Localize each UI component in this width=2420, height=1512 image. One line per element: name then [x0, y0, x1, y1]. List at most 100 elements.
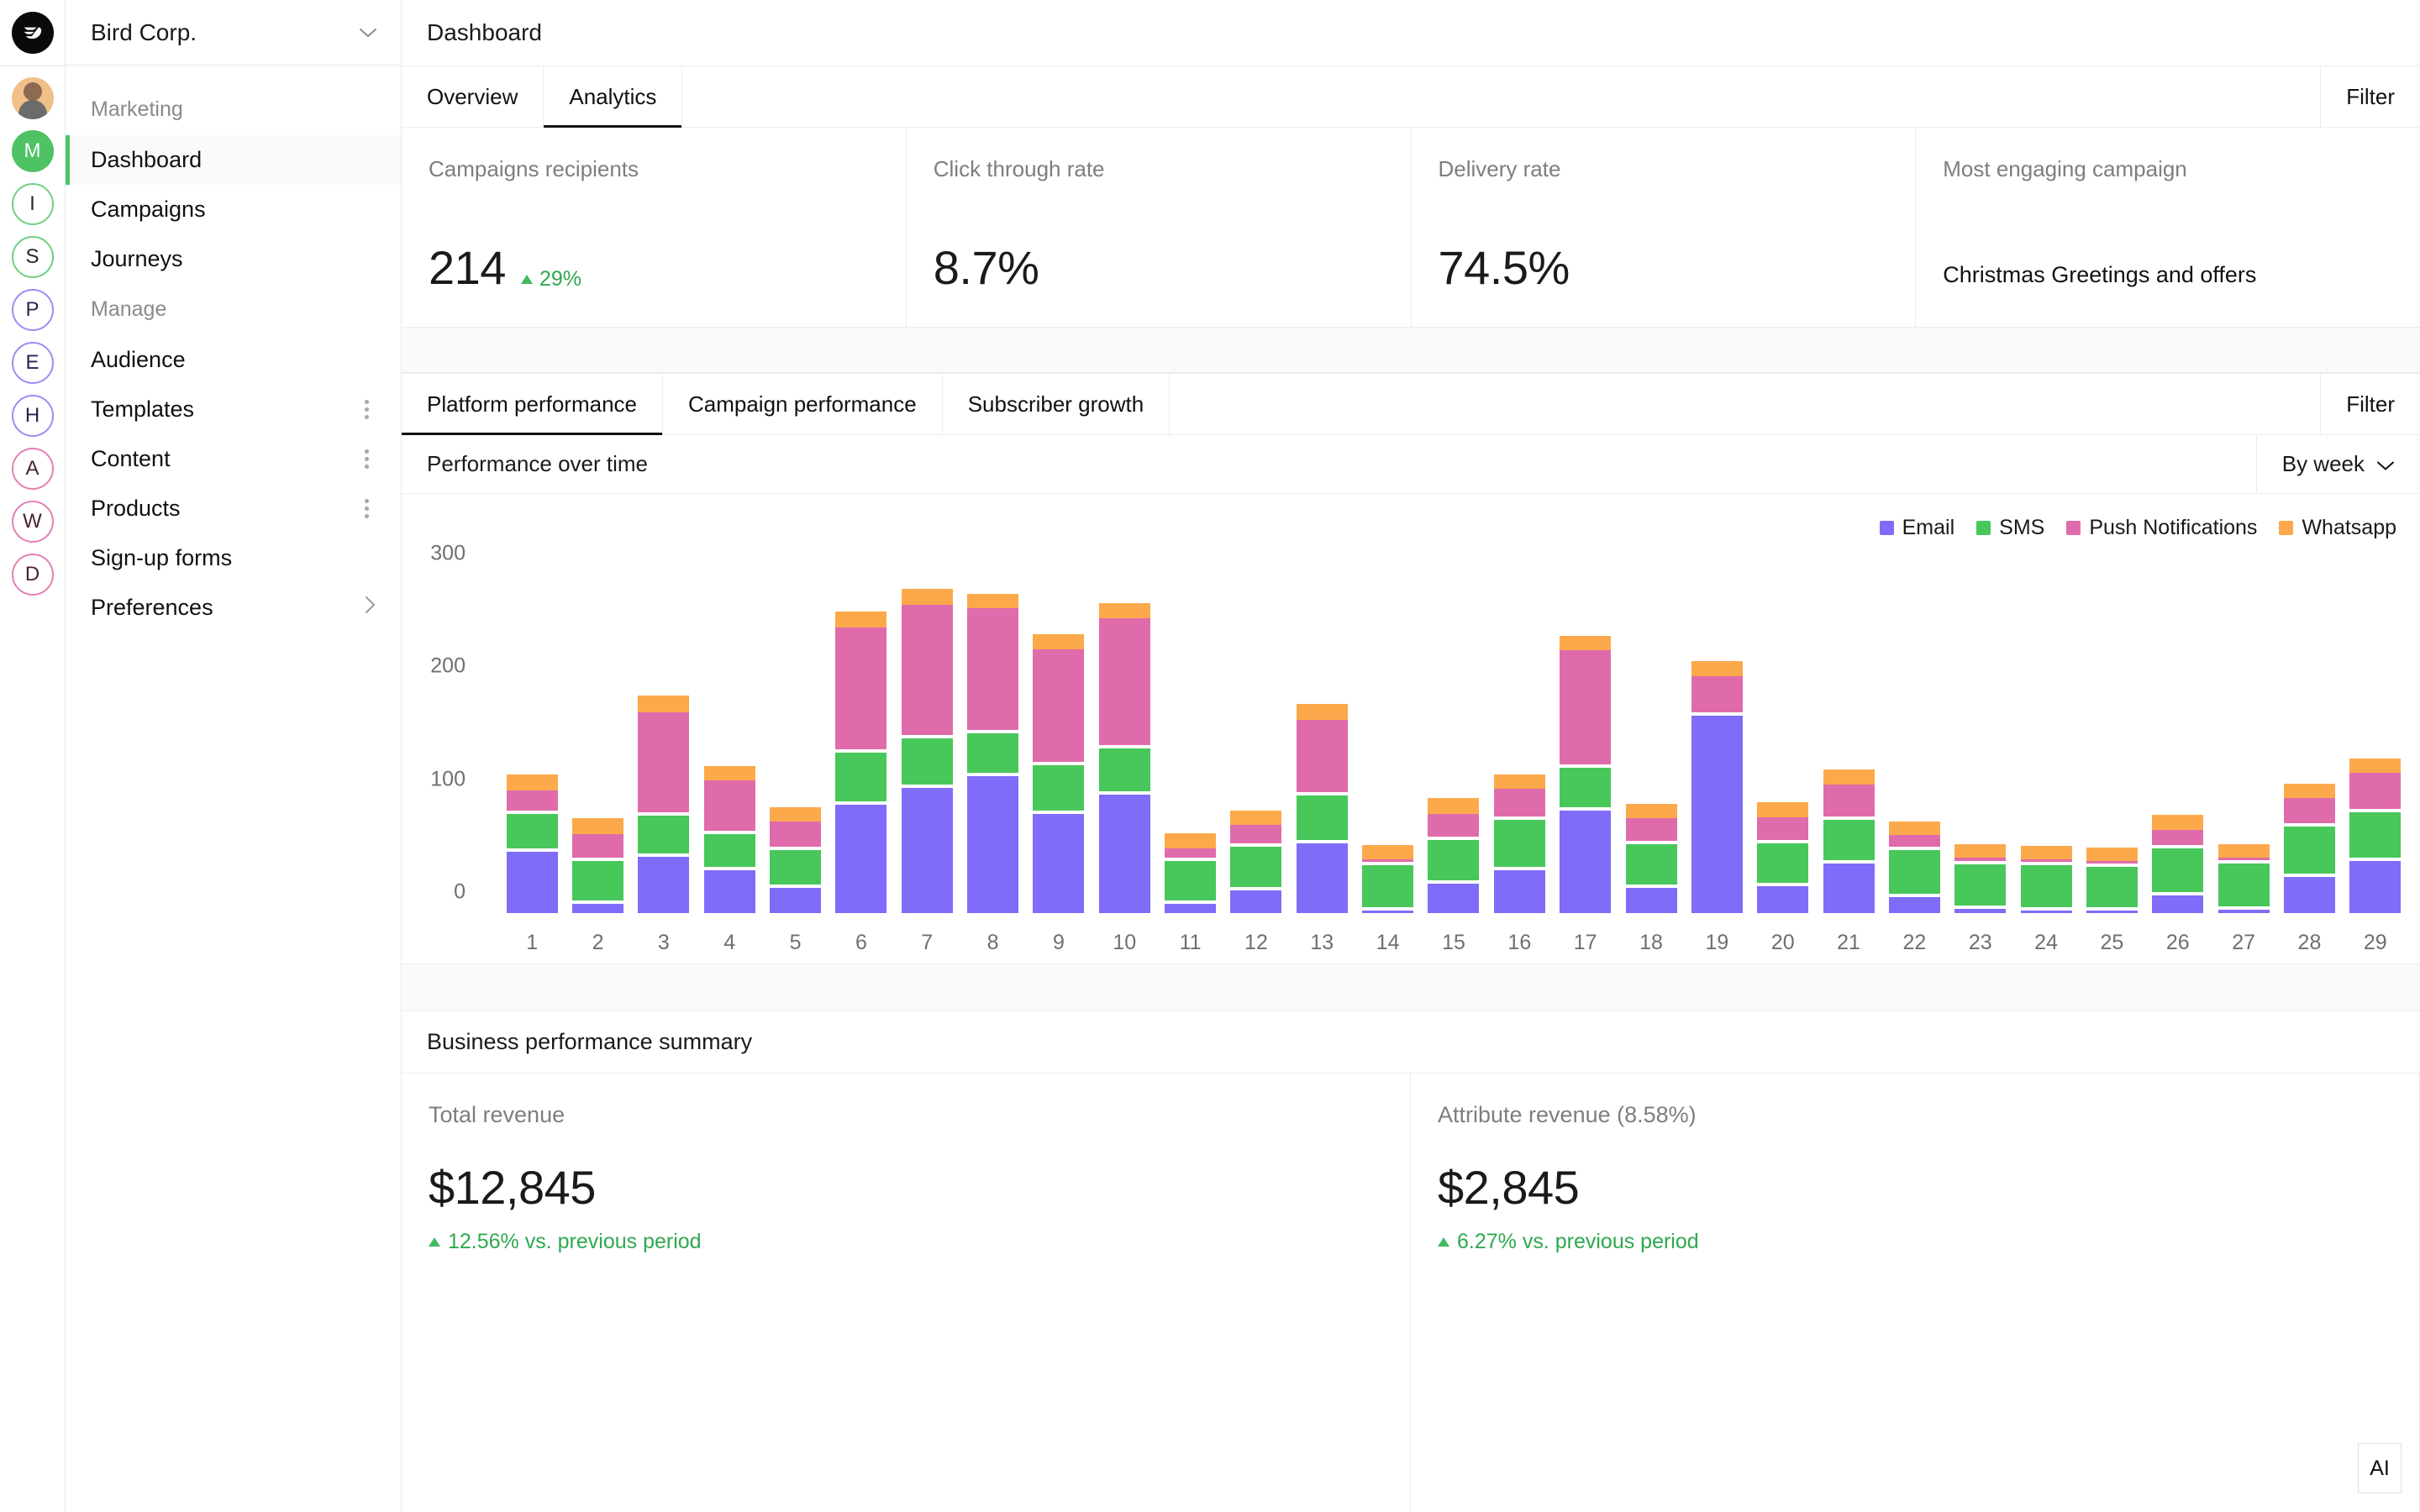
bar-segment-sms	[572, 861, 624, 901]
rail-item-i[interactable]: I	[11, 183, 54, 225]
bar-column[interactable]	[2013, 549, 2079, 916]
filter-button-top[interactable]: Filter	[2321, 66, 2420, 127]
bar-segment-push-notifications	[1954, 858, 2007, 862]
rail-item-h[interactable]: H	[11, 395, 54, 437]
tab-analytics[interactable]: Analytics	[544, 66, 683, 128]
tab-overview[interactable]: Overview	[402, 66, 544, 127]
bar-segment-email	[506, 852, 558, 913]
bar-segment-whatsapp	[1230, 810, 1282, 826]
sidebar-item-campaigns[interactable]: Campaigns	[66, 185, 401, 234]
tab-platform-performance[interactable]: Platform performance	[402, 374, 663, 435]
rail-item-d[interactable]: D	[11, 554, 54, 596]
bar-segment-email	[2086, 911, 2138, 913]
x-axis-tick: 24	[2034, 931, 2058, 954]
tab-campaign-performance[interactable]: Campaign performance	[663, 374, 943, 434]
sidebar-item-journeys[interactable]: Journeys	[66, 234, 401, 284]
bar-column[interactable]	[2276, 549, 2342, 916]
revenue-delta-text: 12.56% vs. previous period	[448, 1230, 702, 1253]
bar-segment-email	[1428, 884, 1480, 913]
bar-column[interactable]	[1948, 549, 2013, 916]
revenue-delta: 12.56% vs. previous period	[429, 1230, 1383, 1254]
legend-item-whatsapp[interactable]: Whatsapp	[2279, 516, 2396, 540]
rail-item-a[interactable]: A	[11, 448, 54, 490]
trend-up-icon	[429, 1237, 440, 1247]
bar-column[interactable]	[1816, 549, 1881, 916]
ai-button[interactable]: AI	[2358, 1443, 2402, 1494]
chevron-right-icon[interactable]	[364, 596, 376, 620]
bar-column[interactable]	[1026, 549, 1092, 916]
bar-stack	[2086, 549, 2138, 916]
bar-column[interactable]	[565, 549, 630, 916]
sidebar-item-preferences[interactable]: Preferences	[66, 583, 401, 633]
kpi-value-text: Christmas Greetings and offers	[1943, 262, 2257, 287]
bar-column[interactable]	[1618, 549, 1684, 916]
bar-segment-whatsapp	[770, 806, 822, 822]
bar-column[interactable]	[1092, 549, 1157, 916]
bar-column[interactable]	[2343, 549, 2408, 916]
sidebar-item-label: Content	[91, 446, 171, 471]
bar-column[interactable]	[1553, 549, 1618, 916]
bar-segment-push-notifications	[967, 608, 1019, 731]
sidebar-item-dashboard[interactable]: Dashboard	[66, 135, 401, 185]
bar-column[interactable]	[631, 549, 697, 916]
sidebar-item-sign-up-forms[interactable]: Sign-up forms	[66, 533, 401, 583]
bar-column[interactable]	[697, 549, 762, 916]
filter-button-chart[interactable]: Filter	[2321, 374, 2420, 434]
bar-segment-push-notifications	[638, 711, 690, 813]
more-options-icon[interactable]	[358, 496, 376, 522]
legend-item-email[interactable]: Email	[1879, 516, 1954, 540]
bar-column[interactable]	[1157, 549, 1223, 916]
bar-column[interactable]	[1289, 549, 1355, 916]
bar-column[interactable]	[1684, 549, 1749, 916]
tab-subscriber-growth[interactable]: Subscriber growth	[943, 374, 1171, 434]
bird-logo-icon[interactable]	[11, 12, 54, 54]
kpi-delta-value: 29%	[539, 267, 581, 291]
sidebar-item-products[interactable]: Products	[66, 484, 401, 533]
rail-item-e[interactable]: E	[11, 342, 54, 384]
org-switcher[interactable]: Bird Corp.	[66, 0, 401, 66]
rail-item-p[interactable]: P	[11, 289, 54, 331]
bar-column[interactable]	[1881, 549, 1947, 916]
bar-segment-push-notifications	[1296, 720, 1348, 793]
bar-column[interactable]	[2211, 549, 2276, 916]
rail-item-w[interactable]: W	[11, 501, 54, 543]
chevron-down-icon[interactable]	[359, 24, 377, 42]
bar-column[interactable]	[2145, 549, 2211, 916]
bar-segment-whatsapp	[1823, 769, 1875, 785]
sidebar-item-content[interactable]: Content	[66, 434, 401, 484]
bar-segment-email	[1033, 813, 1085, 913]
bar-column[interactable]	[499, 549, 565, 916]
bar-column[interactable]	[1750, 549, 1816, 916]
rail-item-m[interactable]: M	[11, 130, 54, 172]
x-axis-tick: 1	[526, 931, 539, 954]
legend-item-sms[interactable]: SMS	[1976, 516, 2044, 540]
sidebar-item-label: Journeys	[91, 246, 183, 271]
bar-segment-push-notifications	[2020, 859, 2072, 863]
bar-column[interactable]	[829, 549, 894, 916]
legend-item-push-notifications[interactable]: Push Notifications	[2066, 516, 2257, 540]
bar-column[interactable]	[1223, 549, 1289, 916]
rail-item-s[interactable]: S	[11, 236, 54, 278]
bar-column[interactable]	[894, 549, 960, 916]
bar-stack	[1165, 549, 1217, 916]
bar-stack	[506, 549, 558, 916]
sidebar-item-templates[interactable]: Templates	[66, 385, 401, 434]
sidebar-item-audience[interactable]: Audience	[66, 335, 401, 385]
bar-column[interactable]	[762, 549, 828, 916]
kpi-value: 74.5%	[1438, 241, 1570, 294]
more-options-icon[interactable]	[358, 396, 376, 423]
bar-stack	[2217, 549, 2270, 916]
trend-up-icon	[1438, 1237, 1449, 1247]
avatar[interactable]	[11, 77, 54, 119]
granularity-select[interactable]: By week	[2255, 435, 2420, 493]
bar-column[interactable]	[1355, 549, 1420, 916]
bar-column[interactable]	[1486, 549, 1552, 916]
bar-segment-whatsapp	[1691, 661, 1743, 676]
more-options-icon[interactable]	[358, 446, 376, 472]
bar-column[interactable]	[1421, 549, 1486, 916]
bar-column[interactable]	[960, 549, 1025, 916]
kpi-card-campaigns-recipients: Campaigns recipients 214 29%	[402, 128, 907, 327]
sidebar-item-label: Products	[91, 496, 181, 521]
bar-column[interactable]	[2079, 549, 2144, 916]
rail-item-letter: E	[25, 351, 39, 374]
